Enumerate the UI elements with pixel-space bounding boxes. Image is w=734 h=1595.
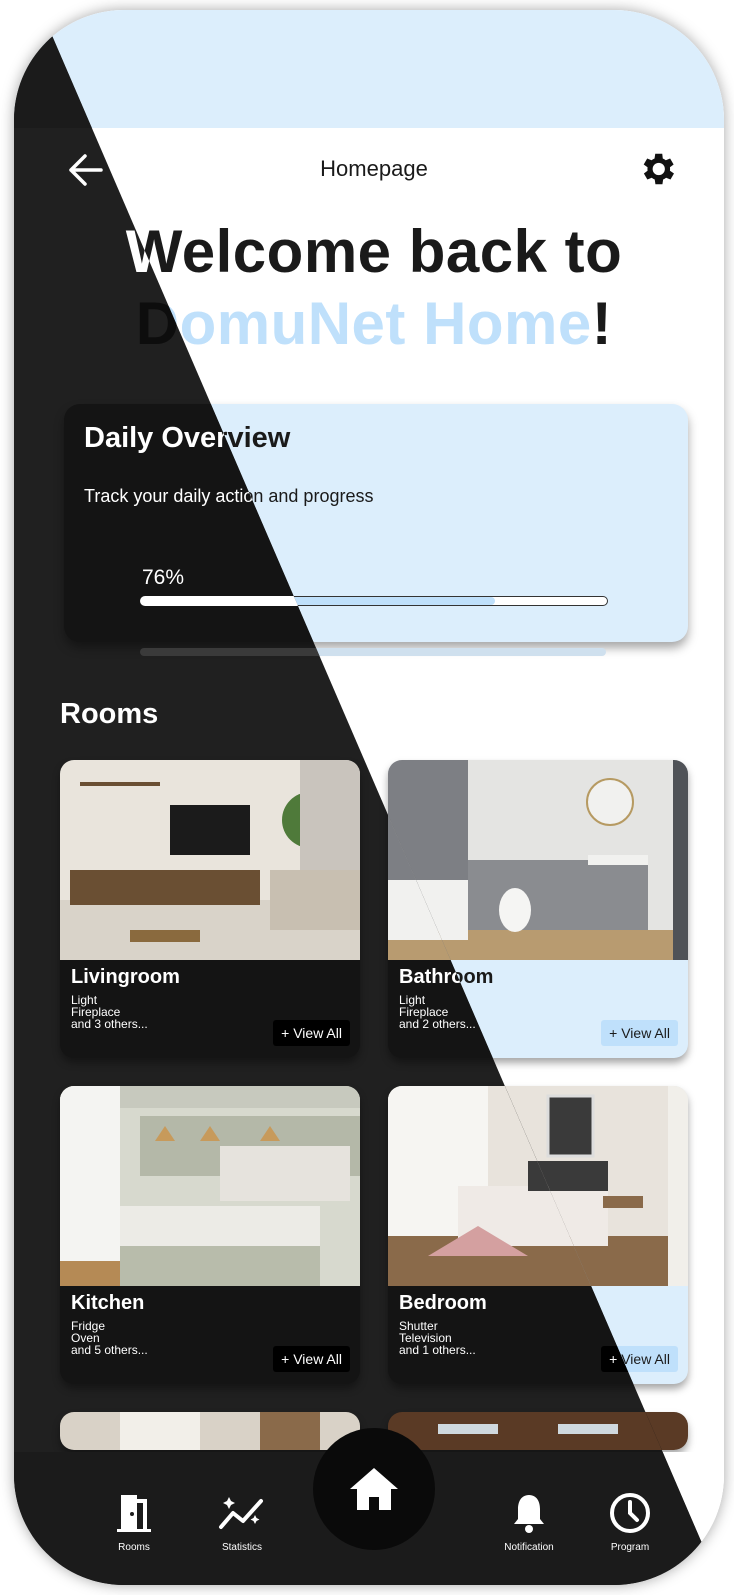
nav-notification[interactable]: Notification	[484, 1488, 574, 1553]
view-all-button[interactable]: + View All	[601, 1020, 678, 1046]
rooms-heading: Rooms	[60, 698, 159, 730]
nav-label: Notification	[504, 1542, 554, 1553]
phone-frame: Homepage Welcome back to DomuNet Home! D…	[14, 10, 724, 1585]
view-all-button[interactable]: + View All	[273, 1346, 350, 1372]
progress-percent: 76%	[142, 566, 185, 589]
page-title: Homepage	[320, 156, 428, 181]
clock-icon	[610, 1493, 650, 1533]
nav-home-button[interactable]	[313, 1428, 435, 1550]
room-card-kitchen[interactable]: Kitchen Fridge Oven and 5 others... + Vi…	[60, 1086, 360, 1384]
back-button[interactable]	[66, 150, 106, 190]
room-devices: Fridge Oven and 5 others...	[71, 1320, 148, 1356]
brand-name: DomuNet Home	[135, 290, 592, 357]
room-name: Kitchen	[71, 1292, 145, 1314]
nav-rooms[interactable]: Rooms	[89, 1488, 179, 1553]
room-name: Bedroom	[399, 1292, 487, 1314]
nav-label: Program	[610, 1542, 650, 1553]
device-item: and 5 others...	[71, 1343, 148, 1357]
nav-label: Rooms	[118, 1542, 150, 1553]
status-bar	[14, 10, 724, 128]
kitchen-photo	[60, 1086, 360, 1286]
device-item: and 1 others...	[399, 1343, 476, 1357]
settings-button[interactable]	[634, 146, 680, 192]
welcome-suffix: !	[591, 290, 613, 357]
nav-program[interactable]: Program	[585, 1488, 675, 1553]
room-name: Livingroom	[71, 966, 180, 988]
device-item: and 2 others...	[399, 1017, 476, 1031]
room-devices: Light Fireplace and 2 others...	[399, 994, 476, 1030]
device-item: and 3 others...	[71, 1017, 148, 1031]
nav-statistics[interactable]: Statistics	[197, 1488, 287, 1553]
livingroom-photo	[60, 760, 360, 960]
room-card-partial[interactable]	[388, 1412, 688, 1450]
door-icon	[117, 1495, 151, 1532]
chart-sparkle-icon	[219, 1497, 263, 1529]
room-devices: Light Fireplace and 3 others...	[71, 994, 148, 1030]
room-devices: Shutter Television and 1 others...	[399, 1320, 476, 1356]
room-card-partial[interactable]	[60, 1412, 360, 1450]
room-card-livingroom[interactable]: Livingroom Light Fireplace and 3 others.…	[60, 760, 360, 1058]
nav-label: Statistics	[221, 1542, 262, 1553]
arrow-left-icon	[69, 154, 103, 186]
bell-icon	[514, 1495, 544, 1533]
view-all-button[interactable]: + View All	[273, 1020, 350, 1046]
home-icon	[350, 1468, 398, 1510]
gear-icon	[643, 153, 674, 185]
